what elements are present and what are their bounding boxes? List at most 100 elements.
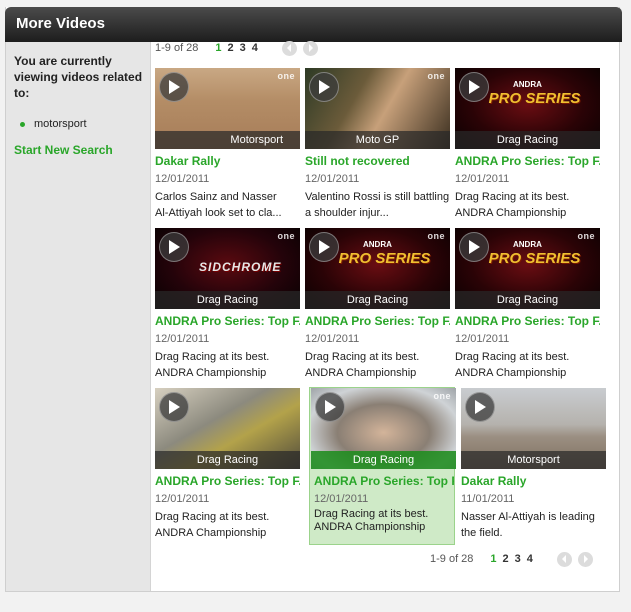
- video-thumbnail[interactable]: one Motorsport: [155, 68, 300, 149]
- video-card[interactable]: ANDRA PRO SERIES Drag Racing ANDRA Pro S…: [453, 67, 601, 221]
- video-date: 12/01/2011: [155, 333, 210, 345]
- description-line: Drag Racing at its best.: [155, 511, 270, 523]
- tag-list: motorsport: [20, 118, 87, 130]
- chevron-right-icon: [308, 44, 313, 52]
- play-icon[interactable]: [309, 232, 339, 262]
- description-line: ANDRA Championship: [455, 207, 567, 219]
- video-title[interactable]: Dakar Rally: [155, 154, 300, 168]
- result-count: 1-9 of 28: [155, 42, 199, 54]
- pager-top: 1-9 of 28 1 2 3 4: [155, 40, 318, 56]
- description-line: ANDRA Championship: [155, 527, 267, 539]
- next-page-button[interactable]: [302, 40, 318, 56]
- video-card[interactable]: ANDRA PRO SERIES one Drag Racing ANDRA P…: [303, 227, 451, 381]
- video-date: 12/01/2011: [314, 493, 369, 505]
- prev-page-button[interactable]: [556, 551, 572, 567]
- page-link-3[interactable]: 3: [240, 42, 246, 54]
- video-card[interactable]: ANDRA PRO SERIES one Drag Racing ANDRA P…: [453, 227, 601, 381]
- category-label: Motorsport: [461, 451, 606, 469]
- category-label: Moto GP: [305, 131, 450, 149]
- video-description: Drag Racing at its best. ANDRA Champions…: [305, 349, 450, 381]
- play-icon[interactable]: [459, 232, 489, 262]
- video-description: Drag Racing at its best. ANDRA Champions…: [155, 509, 300, 541]
- video-thumbnail[interactable]: ANDRA PRO SERIES Drag Racing: [455, 68, 600, 149]
- prev-page-button[interactable]: [281, 40, 297, 56]
- description-line: ANDRA Championship: [314, 521, 426, 533]
- video-description: Drag Racing at its best. ANDRA Champions…: [455, 189, 600, 221]
- channel-logo: one: [427, 71, 445, 81]
- video-description: Drag Racing at its best. ANDRA Champions…: [314, 508, 459, 534]
- category-label: Drag Racing: [155, 291, 300, 309]
- page-link-4[interactable]: 4: [527, 553, 533, 565]
- video-card-selected[interactable]: one Drag Racing ANDRA Pro Series: Top F.…: [309, 387, 456, 545]
- video-card[interactable]: Motorsport Dakar Rally 11/01/2011 Nasser…: [459, 387, 607, 541]
- video-title[interactable]: Dakar Rally: [461, 474, 606, 488]
- video-thumbnail[interactable]: ANDRA PRO SERIES one Drag Racing: [455, 228, 600, 309]
- chevron-left-icon: [286, 44, 291, 52]
- pager-arrows: [281, 40, 318, 56]
- description-line: a shoulder injur...: [305, 207, 389, 219]
- description-line: ANDRA Championship: [305, 367, 417, 379]
- next-page-button[interactable]: [577, 551, 593, 567]
- play-icon[interactable]: [465, 392, 495, 422]
- video-thumbnail[interactable]: Drag Racing: [155, 388, 300, 469]
- play-icon[interactable]: [309, 72, 339, 102]
- page-link-1[interactable]: 1: [215, 42, 221, 54]
- description-line: Drag Racing at its best.: [455, 351, 570, 363]
- page-links: 1 2 3 4: [215, 42, 258, 54]
- category-label: Drag Racing: [305, 291, 450, 309]
- start-new-search-link[interactable]: Start New Search: [14, 143, 113, 157]
- video-title[interactable]: ANDRA Pro Series: Top F..: [314, 474, 454, 488]
- chevron-left-icon: [561, 555, 566, 563]
- video-description: Valentino Rossi is still battling a shou…: [305, 189, 450, 221]
- andra-logo-text: ANDRA: [513, 80, 542, 89]
- category-label: Drag Racing: [455, 131, 600, 149]
- page-link-3[interactable]: 3: [515, 553, 521, 565]
- video-title[interactable]: ANDRA Pro Series: Top F..: [455, 314, 600, 328]
- panel-header: More Videos: [5, 7, 622, 42]
- andra-logo-text: ANDRA: [513, 240, 542, 249]
- play-icon[interactable]: [159, 232, 189, 262]
- video-description: Drag Racing at its best. ANDRA Champions…: [155, 349, 300, 381]
- description-line: Drag Racing at its best.: [314, 508, 429, 520]
- video-card[interactable]: SIDCHROME one Drag Racing ANDRA Pro Seri…: [153, 227, 301, 381]
- pro-series-logo: PRO SERIES: [488, 90, 581, 107]
- channel-logo: one: [277, 231, 295, 241]
- page-link-2[interactable]: 2: [228, 42, 234, 54]
- sidebar: You are currently viewing videos related…: [6, 42, 151, 591]
- page-link-2[interactable]: 2: [503, 553, 509, 565]
- video-thumbnail[interactable]: ANDRA PRO SERIES one Drag Racing: [305, 228, 450, 309]
- video-title[interactable]: ANDRA Pro Series: Top F..: [455, 154, 600, 168]
- pager-bottom: 1-9 of 28 1 2 3 4: [430, 551, 593, 567]
- result-count: 1-9 of 28: [430, 553, 474, 565]
- play-icon[interactable]: [159, 392, 189, 422]
- description-line: Drag Racing at its best.: [455, 191, 570, 203]
- category-label: Drag Racing: [155, 451, 300, 469]
- page-link-4[interactable]: 4: [252, 42, 258, 54]
- video-description: Drag Racing at its best. ANDRA Champions…: [455, 349, 600, 381]
- video-thumbnail[interactable]: one Moto GP: [305, 68, 450, 149]
- video-date: 12/01/2011: [455, 173, 510, 185]
- video-title[interactable]: ANDRA Pro Series: Top F..: [305, 314, 450, 328]
- andra-logo-text: ANDRA: [363, 240, 392, 249]
- sidchrome-logo: SIDCHROME: [199, 260, 282, 274]
- play-icon[interactable]: [159, 72, 189, 102]
- video-card[interactable]: Drag Racing ANDRA Pro Series: Top F.. 12…: [153, 387, 301, 541]
- description-line: ANDRA Championship: [155, 367, 267, 379]
- video-title[interactable]: ANDRA Pro Series: Top F..: [155, 474, 300, 488]
- video-title[interactable]: ANDRA Pro Series: Top F..: [155, 314, 300, 328]
- video-card[interactable]: one Moto GP Still not recovered 12/01/20…: [303, 67, 451, 221]
- video-thumbnail[interactable]: SIDCHROME one Drag Racing: [155, 228, 300, 309]
- video-description: Nasser Al-Attiyah is leading the field.: [461, 509, 606, 541]
- video-description: Carlos Sainz and Nasser Al-Attiyah look …: [155, 189, 300, 221]
- video-thumbnail[interactable]: one Drag Racing: [311, 388, 456, 469]
- channel-logo: one: [433, 391, 451, 401]
- play-icon[interactable]: [459, 72, 489, 102]
- description-line: Al-Attiyah look set to cla...: [155, 207, 282, 219]
- page-link-1[interactable]: 1: [490, 553, 496, 565]
- video-title[interactable]: Still not recovered: [305, 154, 450, 168]
- video-thumbnail[interactable]: Motorsport: [461, 388, 606, 469]
- description-line: Valentino Rossi is still battling: [305, 191, 450, 203]
- category-label: Motorsport: [155, 131, 300, 149]
- video-card[interactable]: one Motorsport Dakar Rally 12/01/2011 Ca…: [153, 67, 301, 221]
- play-icon[interactable]: [315, 392, 345, 422]
